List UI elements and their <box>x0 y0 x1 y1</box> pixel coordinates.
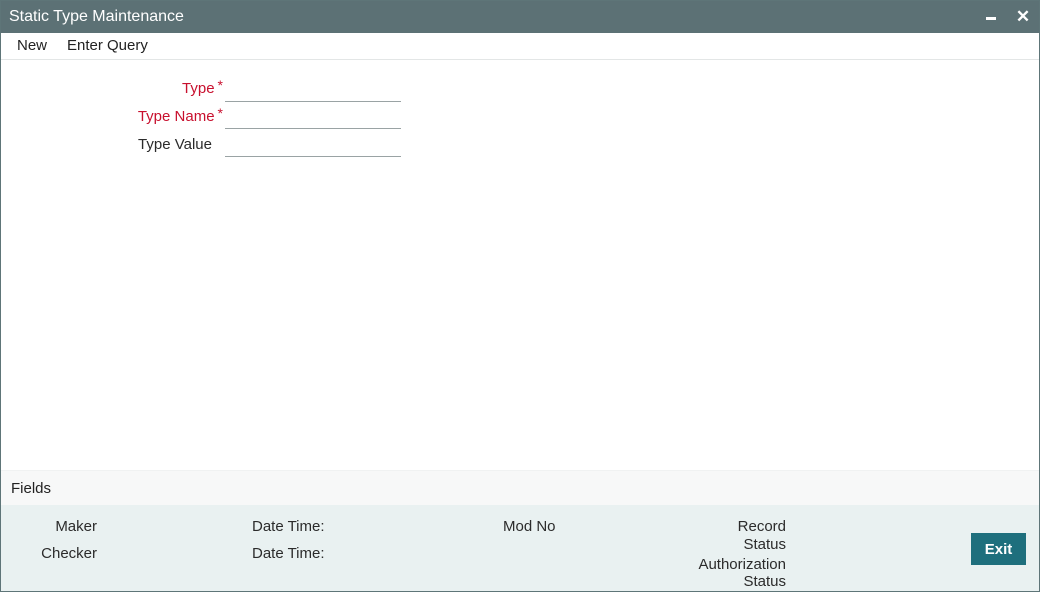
record-status-label-line2: Status <box>743 536 786 553</box>
authorization-status-label-line1: Authorization <box>698 556 786 573</box>
mod-no-label: Mod No <box>503 518 556 535</box>
type-value-label: Type Value <box>138 136 212 153</box>
minimize-icon[interactable] <box>980 5 1002 29</box>
minimize-bar <box>986 16 996 20</box>
exit-button[interactable]: Exit <box>971 533 1026 565</box>
type-value-input[interactable] <box>225 134 401 157</box>
required-mark: * <box>217 105 223 121</box>
type-label: Type * <box>101 77 223 97</box>
fields-bar: Fields <box>1 470 1039 506</box>
maker-label: Maker <box>55 518 97 535</box>
authorization-status-label-line2: Status <box>743 573 786 590</box>
type-label-text: Type <box>182 80 215 97</box>
required-mark: * <box>217 77 223 93</box>
type-input[interactable] <box>225 79 401 102</box>
record-status-label-line1: Record <box>737 518 786 535</box>
checker-datetime-label: Date Time: <box>252 545 325 562</box>
checker-label: Checker <box>41 545 97 562</box>
fields-tab[interactable]: Fields <box>11 480 51 497</box>
type-name-label: Type Name * <box>101 105 223 125</box>
type-name-label-text: Type Name <box>137 108 215 125</box>
close-icon[interactable]: ✕ <box>1012 5 1034 29</box>
menu-new[interactable]: New <box>17 37 47 54</box>
menu-enter-query[interactable]: Enter Query <box>67 37 148 54</box>
audit-panel: Maker Checker Date Time: Date Time: Mod … <box>1 505 1039 591</box>
type-name-input[interactable] <box>225 106 401 129</box>
titlebar: Static Type Maintenance ✕ <box>1 1 1039 33</box>
static-type-maintenance-window: Static Type Maintenance ✕ New Enter Quer… <box>0 0 1040 592</box>
window-title: Static Type Maintenance <box>9 8 184 25</box>
maker-datetime-label: Date Time: <box>252 518 325 535</box>
menu-bar: New Enter Query <box>1 33 1039 60</box>
